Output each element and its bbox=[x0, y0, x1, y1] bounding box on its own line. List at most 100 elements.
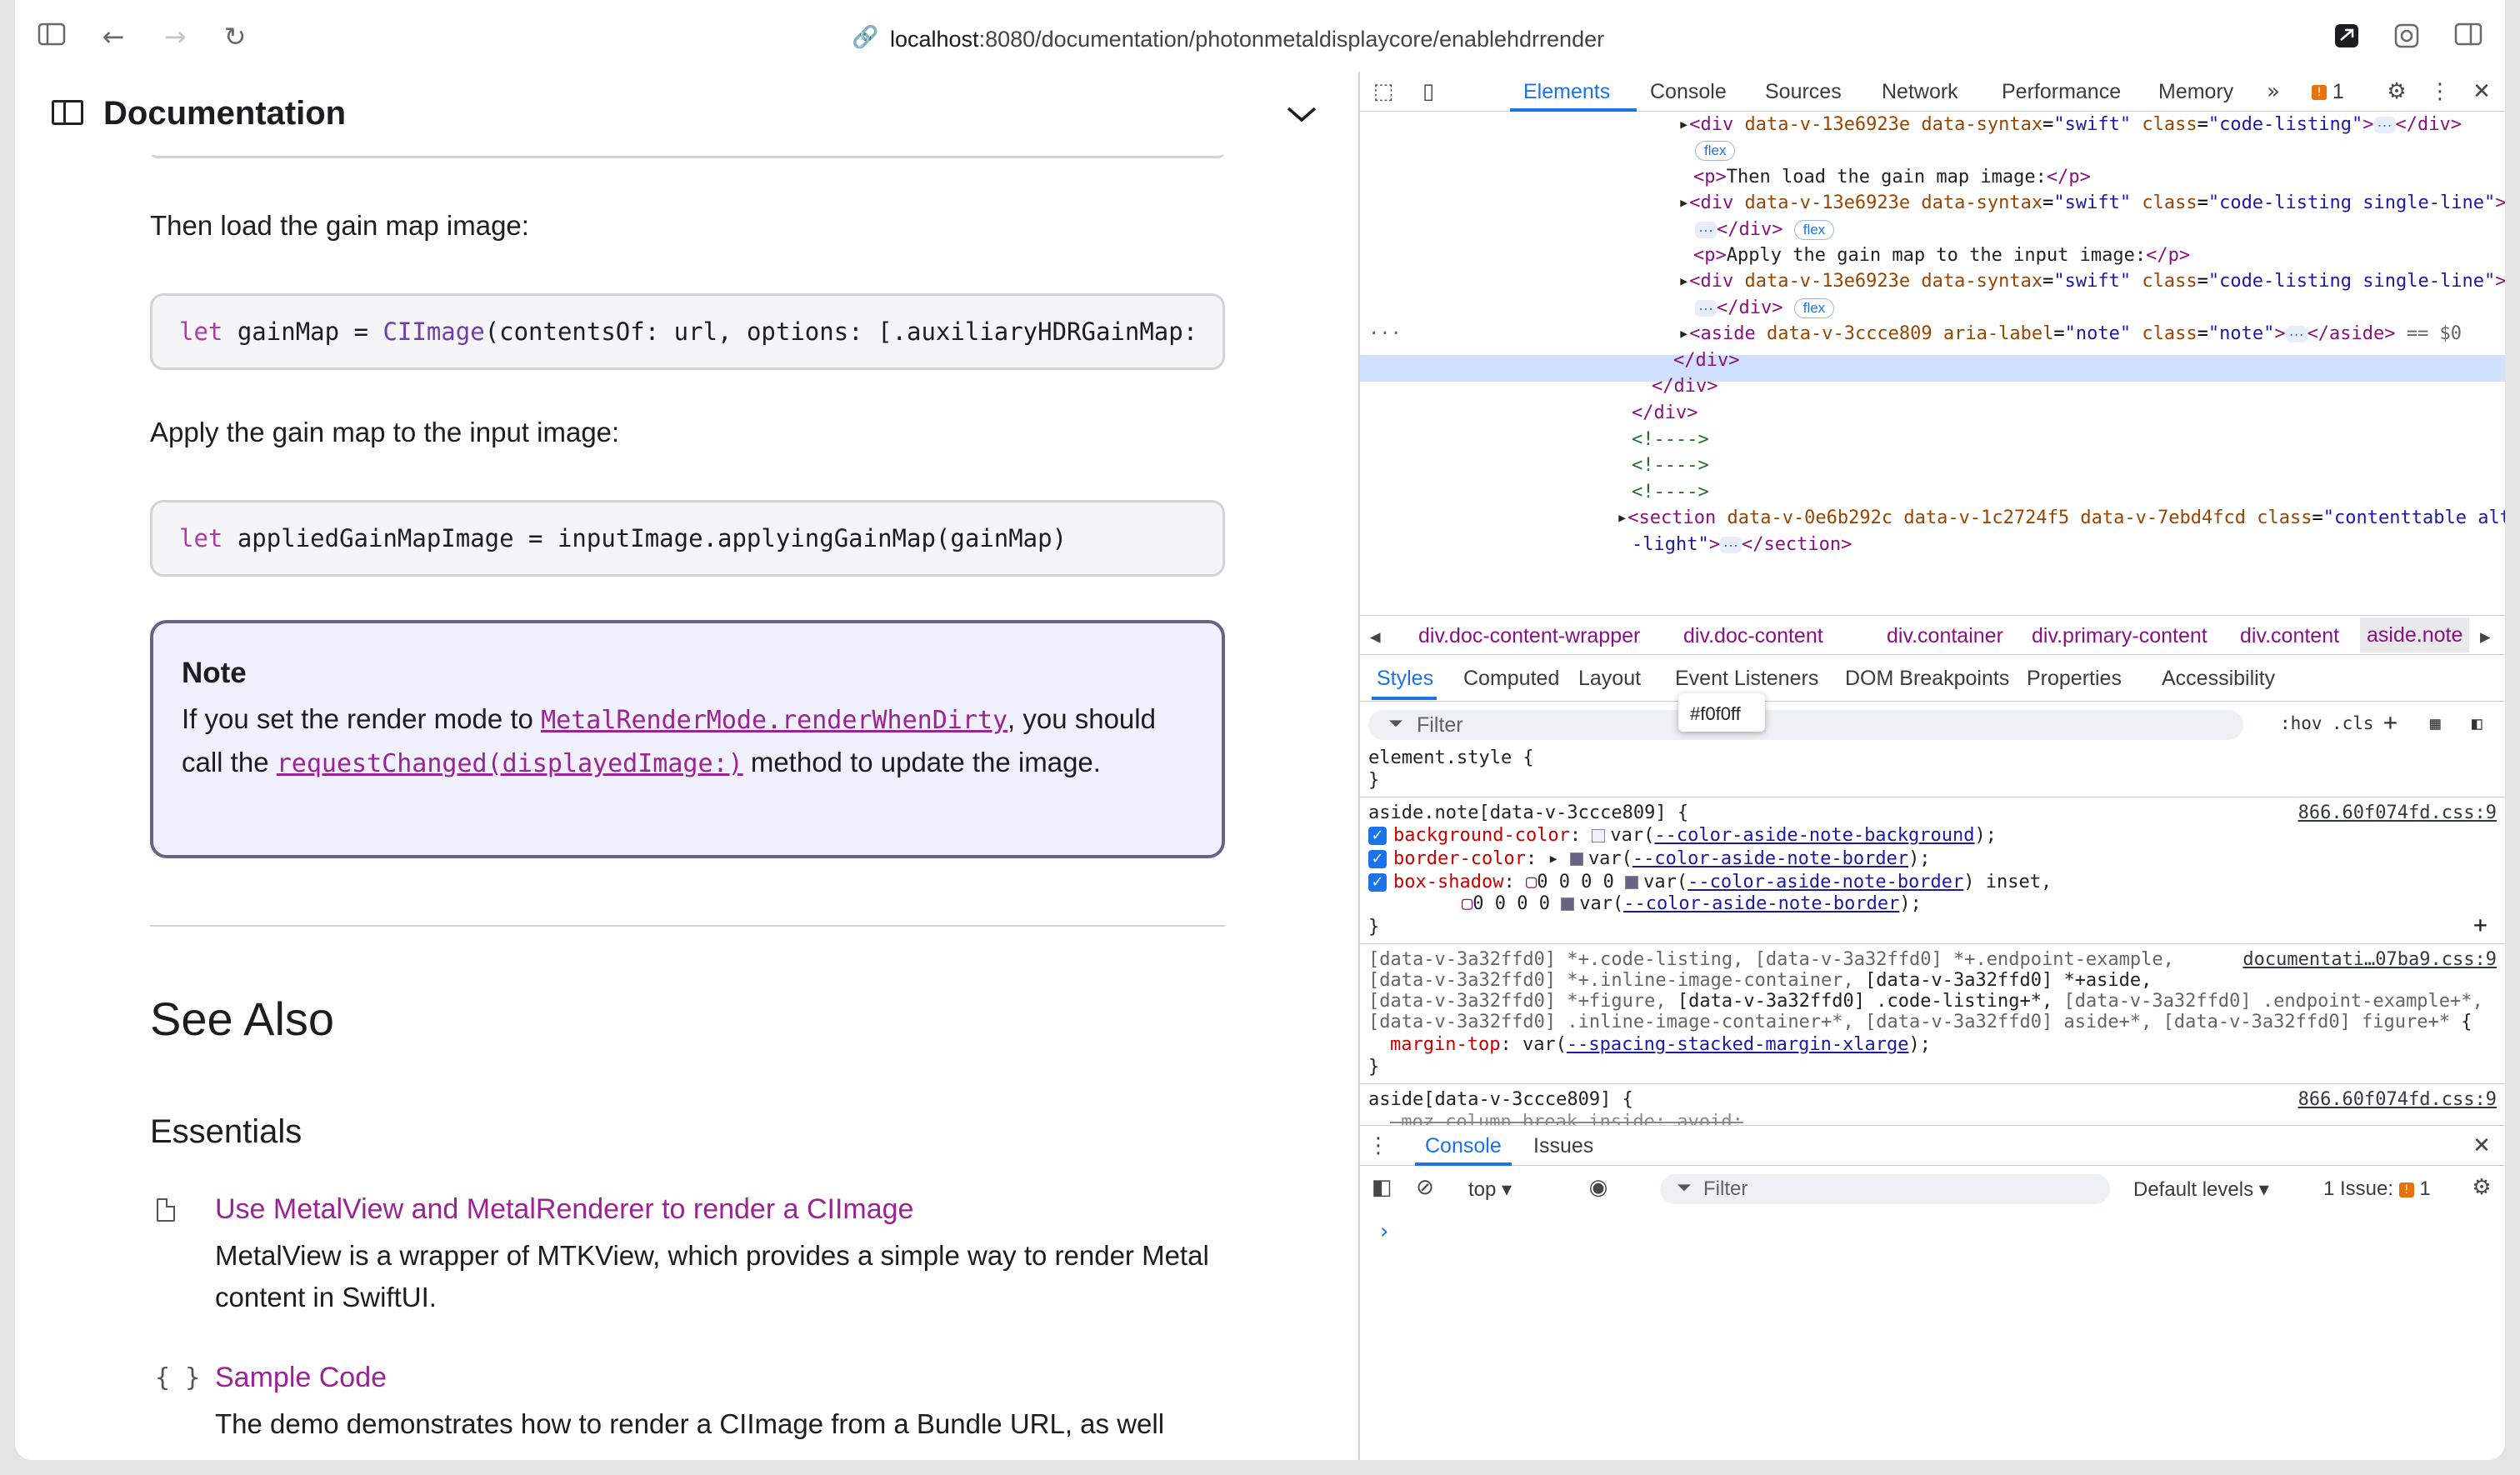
close-drawer-icon[interactable]: ✕ bbox=[2468, 1132, 2495, 1159]
related-link-metalview[interactable]: Use MetalView and MetalRenderer to rende… bbox=[215, 1193, 913, 1226]
style-declaration-continued: ▢0 0 0 0 var(--color-aside-note-border); bbox=[1462, 893, 1922, 914]
tab-properties[interactable]: Properties bbox=[2027, 667, 2122, 691]
note-body: If you set the render mode to MetalRende… bbox=[182, 698, 1193, 785]
cls-toggle[interactable]: .cls bbox=[2332, 713, 2374, 733]
sidebar-toggle-icon[interactable] bbox=[37, 22, 67, 52]
style-selector[interactable]: [data-v-3a32ffd0] *+.code-listing, [data… bbox=[1368, 948, 2174, 971]
checkbox-icon[interactable]: ✓ bbox=[1368, 850, 1387, 868]
dom-node[interactable]: <p>Then load the gain map image:</p> bbox=[1693, 164, 2091, 190]
breadcrumb-item[interactable]: div.primary-content bbox=[2032, 624, 2208, 648]
dom-node[interactable]: ▸<div data-v-13e6923e data-syntax="swift… bbox=[1678, 112, 2462, 138]
more-tabs-icon[interactable]: » bbox=[2260, 78, 2287, 105]
style-selector[interactable]: aside[data-v-3ccce809] { bbox=[1368, 1088, 1633, 1111]
rule-separator bbox=[1360, 1083, 2505, 1084]
dom-node-selected[interactable]: ▸<aside data-v-3ccce809 aria-label="note… bbox=[1678, 321, 2462, 347]
color-swatch[interactable] bbox=[1592, 829, 1606, 842]
style-rule-close: } bbox=[1368, 917, 1380, 938]
breadcrumb-item-active[interactable]: aside.note bbox=[2360, 618, 2470, 652]
style-declaration[interactable]: ✓ border-color: ▸ var(--color-aside-note-… bbox=[1368, 848, 1931, 870]
render-mode-link[interactable]: MetalRenderMode.renderWhenDirty bbox=[541, 706, 1008, 735]
issues-badge[interactable]: ! 1 bbox=[2312, 80, 2344, 104]
dom-node[interactable]: ▸<div data-v-13e6923e data-syntax="swift… bbox=[1678, 190, 2505, 216]
link-icon: 🔗 bbox=[852, 25, 879, 50]
breadcrumb-item[interactable]: div.doc-content-wrapper bbox=[1418, 624, 1640, 648]
drawer-tab-issues[interactable]: Issues bbox=[1533, 1134, 1593, 1158]
style-selector[interactable]: aside.note[data-v-3ccce809] { bbox=[1368, 802, 1688, 824]
tab-computed[interactable]: Computed bbox=[1463, 667, 1559, 691]
stylesheet-link[interactable]: documentati…07ba9.css:9 bbox=[2242, 948, 2497, 971]
request-changed-link[interactable]: requestChanged(displayedImage:) bbox=[277, 749, 743, 778]
checkbox-icon[interactable]: ✓ bbox=[1368, 873, 1387, 892]
tab-performance[interactable]: Performance bbox=[2002, 80, 2121, 104]
tab-memory[interactable]: Memory bbox=[2158, 80, 2233, 104]
dom-node: -light"> ··· </section> bbox=[1632, 534, 1852, 555]
more-options-icon[interactable]: ⋮ bbox=[2427, 78, 2453, 105]
chevron-down-icon[interactable] bbox=[1285, 102, 1318, 127]
address-bar[interactable]: localhost:8080/documentation/photonmetal… bbox=[890, 27, 1604, 52]
tab-layout[interactable]: Layout bbox=[1578, 667, 1641, 691]
tab-console[interactable]: Console bbox=[1650, 80, 1727, 104]
new-rule-icon[interactable]: + bbox=[2383, 708, 2398, 736]
tab-dom-breakpoints[interactable]: DOM Breakpoints bbox=[1845, 667, 2009, 691]
log-levels-select[interactable]: Default levels ▾ bbox=[2133, 1178, 2269, 1202]
issues-counter[interactable]: 1 Issue: ! 1 bbox=[2323, 1178, 2431, 1201]
computed-styles-icon[interactable]: ▦ bbox=[2430, 713, 2441, 733]
hov-toggle[interactable]: :hov bbox=[2280, 713, 2322, 733]
add-declaration-icon[interactable]: + bbox=[2473, 913, 2488, 937]
dom-node[interactable]: <p>Apply the gain map to the input image… bbox=[1693, 242, 2190, 268]
related-link-sample-code[interactable]: Sample Code bbox=[215, 1362, 387, 1394]
tab-accessibility[interactable]: Accessibility bbox=[2162, 667, 2275, 691]
color-swatch[interactable] bbox=[1625, 876, 1639, 889]
breadcrumb-scroll-left-icon[interactable]: ◂ bbox=[1370, 624, 1381, 649]
color-swatch[interactable] bbox=[1561, 898, 1575, 911]
style-selector: [data-v-3a32ffd0] *+figure, [data-v-3a32… bbox=[1368, 991, 2483, 1012]
share-icon[interactable] bbox=[2332, 22, 2362, 52]
tab-event-listeners[interactable]: Event Listeners bbox=[1675, 667, 1818, 691]
dom-node: </div> bbox=[1673, 350, 1740, 371]
tab-styles[interactable]: Styles bbox=[1377, 667, 1433, 691]
style-declaration[interactable]: margin-top: var(--spacing-stacked-margin… bbox=[1390, 1033, 1931, 1056]
style-declaration[interactable]: ✓ box-shadow: ▢0 0 0 0 var(--color-aside-… bbox=[1368, 871, 2052, 893]
styles-subtabs: Styles Computed Layout Event Listeners D… bbox=[1360, 655, 2505, 702]
device-toolbar-icon[interactable]: ▯ bbox=[1415, 78, 1442, 105]
color-tooltip: #f0f0ff bbox=[1678, 693, 1765, 732]
settings-gear-icon[interactable]: ⚙ bbox=[2383, 78, 2410, 105]
console-prompt-icon[interactable]: › bbox=[1380, 1219, 1388, 1244]
stylesheet-link[interactable]: 866.60f074fd.css:9 bbox=[2298, 1088, 2497, 1111]
clear-console-icon[interactable]: ⊘ bbox=[1412, 1174, 1438, 1201]
split-view-icon[interactable] bbox=[2453, 22, 2483, 52]
breadcrumb-item[interactable]: div.content bbox=[2240, 624, 2339, 648]
console-settings-icon[interactable]: ⚙ bbox=[2468, 1174, 2495, 1201]
extensions-icon[interactable] bbox=[2392, 22, 2422, 52]
breadcrumb-item[interactable]: div.container bbox=[1887, 624, 2003, 648]
toggle-sidebar-icon[interactable]: ◧ bbox=[2472, 713, 2482, 733]
style-rule-element[interactable]: element.style { bbox=[1368, 747, 1534, 769]
forward-icon[interactable]: → bbox=[160, 22, 190, 52]
live-expression-eye-icon[interactable]: ◉ bbox=[1585, 1174, 1612, 1201]
back-icon[interactable]: ← bbox=[98, 22, 128, 52]
drawer-tab-console[interactable]: Console bbox=[1425, 1134, 1502, 1158]
inspect-element-icon[interactable]: ⬚ bbox=[1370, 78, 1397, 105]
tab-network[interactable]: Network bbox=[1882, 80, 1958, 104]
drawer-menu-icon[interactable]: ⋮ bbox=[1365, 1132, 1392, 1159]
console-filter-input[interactable]: ⏷ Filter bbox=[1660, 1174, 2110, 1204]
tab-sources[interactable]: Sources bbox=[1765, 80, 1842, 104]
sidebar-icon[interactable] bbox=[52, 100, 83, 125]
close-devtools-icon[interactable]: ✕ bbox=[2468, 78, 2495, 105]
checkbox-icon[interactable]: ✓ bbox=[1368, 827, 1387, 845]
styles-filter-input[interactable]: ⏷ Filter bbox=[1368, 710, 2243, 740]
context-select[interactable]: top ▾ bbox=[1468, 1178, 1512, 1202]
console-sidebar-icon[interactable]: ◧ bbox=[1368, 1174, 1395, 1201]
reload-icon[interactable]: ↻ bbox=[220, 22, 250, 52]
stylesheet-link[interactable]: 866.60f074fd.css:9 bbox=[2298, 802, 2497, 824]
tab-elements[interactable]: Elements bbox=[1523, 80, 1610, 104]
dom-node[interactable]: ▸<div data-v-13e6923e data-syntax="swift… bbox=[1678, 268, 2505, 294]
style-declaration[interactable]: ✓ background-color: var(--color-aside-not… bbox=[1368, 824, 1997, 847]
drawer-tabbar: ⋮ Console Issues ✕ bbox=[1360, 1126, 2505, 1166]
breadcrumb-scroll-right-icon[interactable]: ▸ bbox=[2480, 624, 2491, 649]
color-swatch[interactable] bbox=[1569, 852, 1583, 866]
dom-node[interactable]: ▸<section data-v-0e6b292c data-v-1c2724f… bbox=[1617, 505, 2505, 531]
code-block: let gainMap = CIImage(contentsOf: url, o… bbox=[150, 293, 1225, 370]
context-value: top bbox=[1468, 1178, 1497, 1201]
breadcrumb-item[interactable]: div.doc-content bbox=[1683, 624, 1823, 648]
